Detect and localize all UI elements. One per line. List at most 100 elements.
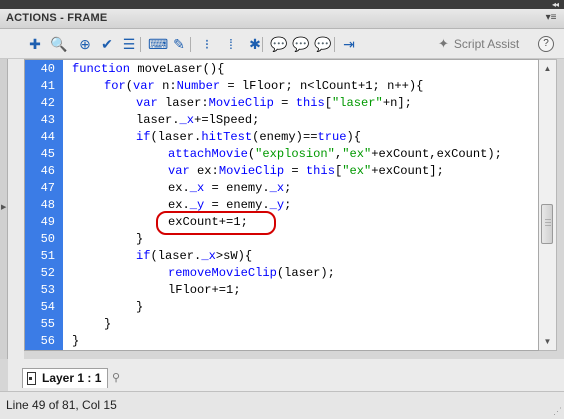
line-number: 55 bbox=[40, 317, 55, 331]
code-text: (enemy)== bbox=[252, 130, 318, 144]
code-line[interactable]: var ex:MovieClip = this["ex"+exCount]; bbox=[168, 163, 444, 180]
line-number: 52 bbox=[40, 266, 55, 280]
vertical-scrollbar[interactable]: ▲ — — — ▼ bbox=[539, 59, 557, 351]
code-string: "ex" bbox=[342, 147, 372, 161]
panel-menu-icon[interactable]: ▾≡ bbox=[544, 11, 558, 25]
collapse-selection-icon[interactable]: ⁞ bbox=[222, 35, 240, 53]
code-text: +=lSpeed; bbox=[194, 113, 260, 127]
toolbox-gap bbox=[8, 59, 24, 359]
script-tab-row: Layer 1 : 1 ⚲ bbox=[8, 359, 564, 391]
code-keyword: _x bbox=[189, 181, 205, 195]
code-line[interactable]: } bbox=[136, 299, 143, 316]
code-string: "laser" bbox=[332, 96, 383, 110]
code-text: = bbox=[273, 96, 296, 110]
line-number: 44 bbox=[40, 130, 55, 144]
left-collapse-strip[interactable]: ▶ bbox=[0, 59, 8, 359]
code-text: >sW){ bbox=[215, 249, 253, 263]
collapse-between-braces-icon[interactable]: ⁝ bbox=[198, 35, 216, 53]
line-number: 46 bbox=[40, 164, 55, 178]
script-assist-label: Script Assist bbox=[453, 37, 520, 51]
panel-title: ACTIONS - FRAME bbox=[6, 12, 108, 24]
code-keyword: var bbox=[168, 164, 190, 178]
code-line[interactable]: if(laser._x>sW){ bbox=[136, 248, 252, 265]
script-assist-button[interactable]: ✦ Script Assist bbox=[438, 35, 519, 53]
line-number: 45 bbox=[40, 147, 55, 161]
toolbar-separator bbox=[334, 37, 335, 52]
scroll-up-arrow-icon[interactable]: ▲ bbox=[539, 60, 556, 77]
line-number: 51 bbox=[40, 249, 55, 263]
code-line[interactable]: if(laser.hitTest(enemy)==true){ bbox=[136, 129, 361, 146]
code-text: +n]; bbox=[382, 96, 412, 110]
code-line[interactable]: } bbox=[72, 333, 79, 350]
code-line[interactable]: attachMovie("explosion","ex"+exCount,exC… bbox=[168, 146, 502, 163]
scrollbar-thumb[interactable]: — — — bbox=[541, 204, 553, 244]
code-line[interactable]: for(var n:Number = lFloor; n<lCount+1; n… bbox=[104, 78, 423, 95]
scroll-down-arrow-icon[interactable]: ▼ bbox=[539, 333, 556, 350]
code-text: (laser. bbox=[150, 130, 202, 144]
line-number: 53 bbox=[40, 283, 55, 297]
line-number: 49 bbox=[40, 215, 55, 229]
code-keyword: var bbox=[136, 96, 158, 110]
line-number: 42 bbox=[40, 96, 55, 110]
code-line[interactable]: laser._x+=lSpeed; bbox=[136, 112, 259, 129]
code-keyword: _x bbox=[179, 113, 195, 127]
script-editor[interactable]: 40 function moveLaser(){ 41 for(var n:Numbe… bbox=[24, 59, 539, 351]
code-text: ex. bbox=[168, 198, 190, 212]
code-line[interactable]: ex._x = enemy._x; bbox=[168, 180, 291, 197]
code-line[interactable]: } bbox=[136, 231, 143, 248]
script-assist-wand-icon: ✦ bbox=[438, 36, 449, 51]
line-number: 43 bbox=[40, 113, 55, 127]
code-keyword: function bbox=[72, 62, 138, 76]
code-keyword: _y bbox=[269, 198, 285, 212]
show-code-hint-icon[interactable]: ⌨ bbox=[148, 35, 168, 53]
tab-layer-1[interactable]: Layer 1 : 1 bbox=[22, 368, 109, 388]
show-hide-toolbox-icon[interactable]: ⇥ bbox=[340, 35, 358, 53]
code-keyword: removeMovieClip bbox=[168, 266, 277, 280]
code-line[interactable]: lFloor+=1; bbox=[168, 282, 241, 299]
code-line[interactable]: ex._y = enemy._y; bbox=[168, 197, 291, 214]
debug-options-icon[interactable]: ✎ bbox=[170, 35, 188, 53]
line-number: 56 bbox=[40, 334, 55, 348]
remove-comment-icon[interactable]: 💬 bbox=[314, 35, 332, 53]
auto-format-icon[interactable]: ☰ bbox=[120, 35, 138, 53]
script-document-icon bbox=[27, 372, 36, 385]
panel-title-bar[interactable]: ACTIONS - FRAME ▾≡ bbox=[0, 9, 564, 29]
apply-line-comment-icon[interactable]: 💬 bbox=[292, 35, 310, 53]
code-line[interactable]: exCount+=1; bbox=[168, 214, 248, 231]
code-keyword: for bbox=[104, 79, 126, 93]
code-line[interactable]: } bbox=[104, 316, 111, 333]
code-text: exCount+=1; bbox=[168, 215, 248, 229]
code-text: moveLaser(){ bbox=[137, 62, 225, 76]
code-text: } bbox=[136, 300, 144, 314]
add-statement-icon[interactable]: ✚ bbox=[26, 35, 44, 53]
code-text: } bbox=[136, 232, 144, 246]
apply-block-comment-icon[interactable]: 💬 bbox=[270, 35, 288, 53]
collapse-panel-icon[interactable]: ◂◂ bbox=[552, 1, 559, 9]
line-number: 40 bbox=[40, 62, 55, 76]
insert-target-path-icon[interactable]: ⊕ bbox=[76, 35, 94, 53]
find-icon[interactable]: 🔍 bbox=[50, 35, 68, 53]
panel-top-strip: ◂◂ bbox=[0, 0, 564, 9]
actions-toolbar: ✦ Script Assist ? ✚ 🔍 ⊕ ✔ ☰ ⌨ ✎ ⁝ ⁞ ✱ 💬 💬 💬 ⇥ bbox=[0, 29, 564, 59]
cursor-position-status: Line 49 of 81, Col 15 bbox=[6, 398, 117, 412]
expand-toolbox-arrow-icon[interactable]: ▶ bbox=[1, 203, 6, 211]
code-keyword: hitTest bbox=[201, 130, 253, 144]
check-syntax-icon[interactable]: ✔ bbox=[98, 35, 116, 53]
code-keyword: true bbox=[317, 130, 347, 144]
pin-script-icon[interactable]: ⚲ bbox=[112, 371, 120, 384]
help-icon[interactable]: ? bbox=[538, 36, 554, 52]
code-keyword: attachMovie bbox=[168, 147, 248, 161]
code-text: = enemy. bbox=[204, 181, 270, 195]
line-number: 41 bbox=[40, 79, 55, 93]
code-text: } bbox=[104, 317, 112, 331]
code-text: n: bbox=[154, 79, 177, 93]
resize-grip-icon[interactable]: ⋰ bbox=[553, 406, 562, 417]
code-text: ( bbox=[125, 79, 134, 93]
code-text: = bbox=[284, 164, 306, 178]
code-line[interactable]: removeMovieClip(laser); bbox=[168, 265, 335, 282]
code-text: ex. bbox=[168, 181, 190, 195]
code-line[interactable]: var laser:MovieClip = this["laser"+n]; bbox=[136, 95, 412, 112]
code-line[interactable]: function moveLaser(){ bbox=[72, 61, 224, 78]
code-text: ; bbox=[284, 198, 292, 212]
line-number: 54 bbox=[40, 300, 55, 314]
